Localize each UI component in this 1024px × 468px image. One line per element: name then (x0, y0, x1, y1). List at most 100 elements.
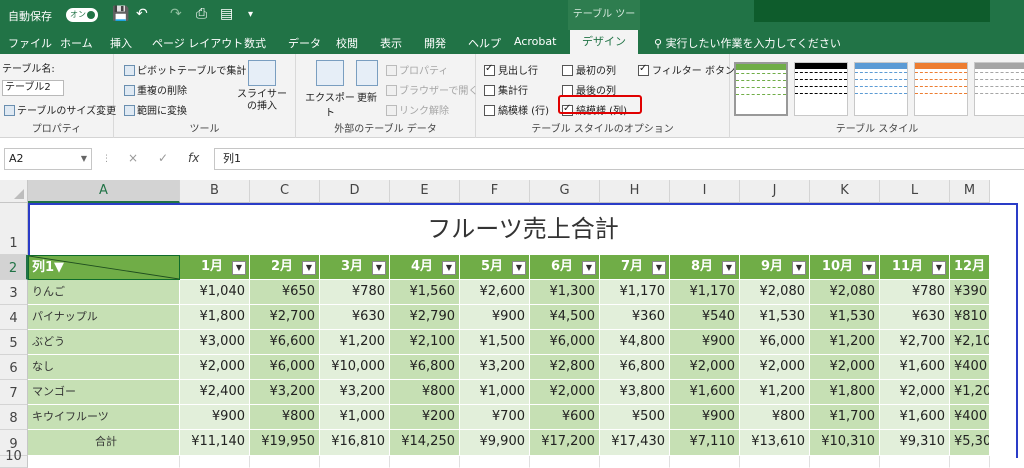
enter-icon[interactable]: ✓ (158, 151, 168, 165)
style-swatch-green[interactable] (734, 62, 788, 116)
style-swatch-gray[interactable] (974, 62, 1024, 116)
data-cell[interactable]: ¥2,400 (180, 380, 250, 405)
data-cell[interactable]: ¥1,500 (460, 330, 530, 355)
open-in-browser-button[interactable]: ブラウザーで開く (386, 82, 478, 97)
data-cell[interactable]: ¥3,800 (600, 380, 670, 405)
customize-qat-icon[interactable]: ▾ (248, 9, 253, 20)
row-label-cell[interactable]: りんご (28, 280, 180, 305)
refresh-button[interactable]: 更新 (354, 60, 380, 104)
tab-home[interactable]: ホーム (60, 35, 93, 51)
data-cell[interactable]: ¥630 (880, 305, 950, 330)
data-cell[interactable]: ¥900 (180, 405, 250, 430)
data-cell[interactable]: ¥17,200 (530, 430, 600, 456)
row-label-cell[interactable]: マンゴー (28, 380, 180, 405)
data-cell[interactable]: ¥800 (250, 405, 320, 430)
data-cell[interactable]: ¥6,000 (250, 355, 320, 380)
data-cell[interactable]: ¥1,200 (950, 380, 990, 405)
data-cell[interactable]: ¥1,600 (880, 405, 950, 430)
empty-cell[interactable] (670, 456, 740, 468)
total-row-checkbox[interactable]: 集計行 (484, 82, 528, 97)
data-cell[interactable]: ¥2,000 (880, 380, 950, 405)
empty-cell[interactable] (530, 456, 600, 468)
row-header-3[interactable]: 3 (0, 280, 28, 305)
data-cell[interactable]: ¥200 (390, 405, 460, 430)
data-cell[interactable]: ¥1,800 (810, 380, 880, 405)
data-cell[interactable]: ¥3,000 (180, 330, 250, 355)
filter-dropdown-icon[interactable]: ▼ (372, 261, 386, 275)
filter-dropdown-icon[interactable]: ▼ (302, 261, 316, 275)
data-cell[interactable]: ¥4,500 (530, 305, 600, 330)
header-cell-month[interactable]: 1月 ▼ (180, 255, 250, 280)
data-cell[interactable]: ¥1,530 (740, 305, 810, 330)
autosave-toggle[interactable]: オン (66, 8, 98, 22)
data-cell[interactable]: ¥16,810 (320, 430, 390, 456)
external-properties-button[interactable]: プロパティ (386, 62, 448, 77)
row-header-10[interactable]: 10 (0, 449, 28, 468)
data-cell[interactable]: ¥19,950 (250, 430, 320, 456)
header-cell-month[interactable]: 11月 ▼ (880, 255, 950, 280)
cancel-icon[interactable]: × (128, 151, 138, 165)
column-header-i[interactable]: I (670, 180, 740, 203)
column-header-d[interactable]: D (320, 180, 390, 203)
data-cell[interactable]: ¥6,000 (530, 330, 600, 355)
data-cell[interactable]: ¥780 (320, 280, 390, 305)
data-cell[interactable]: ¥2,000 (670, 355, 740, 380)
filter-dropdown-icon[interactable]: ▼ (442, 261, 456, 275)
row-label-cell[interactable]: 合計 (28, 430, 180, 456)
filter-dropdown-icon[interactable]: ▼ (652, 261, 666, 275)
data-cell[interactable]: ¥1,600 (670, 380, 740, 405)
undo-icon[interactable]: ↶ (136, 6, 148, 22)
row-header-4[interactable]: 4 (0, 305, 28, 330)
column-header-f[interactable]: F (460, 180, 530, 203)
header-cell-month[interactable]: 10月 ▼ (810, 255, 880, 280)
column-header-j[interactable]: J (740, 180, 810, 203)
first-column-checkbox[interactable]: 最初の列 (562, 62, 616, 77)
redo-icon[interactable]: ↷ (170, 6, 182, 22)
data-cell[interactable]: ¥1,530 (810, 305, 880, 330)
row-header-7[interactable]: 7 (0, 380, 28, 405)
column-header-b[interactable]: B (180, 180, 250, 203)
table-name-input[interactable]: テーブル2 (2, 80, 64, 96)
data-cell[interactable]: ¥2,600 (460, 280, 530, 305)
tab-view[interactable]: 表示 (380, 35, 402, 51)
data-cell[interactable]: ¥7,110 (670, 430, 740, 456)
tab-help[interactable]: ヘルプ (468, 35, 501, 51)
header-cell-month[interactable]: 7月 ▼ (600, 255, 670, 280)
tab-developer[interactable]: 開発 (424, 35, 446, 51)
data-cell[interactable]: ¥1,200 (320, 330, 390, 355)
column-header-m[interactable]: M (950, 180, 990, 203)
filter-dropdown-icon[interactable]: ▼ (722, 261, 736, 275)
row-label-cell[interactable]: なし (28, 355, 180, 380)
tab-data[interactable]: データ (288, 35, 321, 51)
data-cell[interactable]: ¥2,080 (810, 280, 880, 305)
header-cell-month[interactable]: 9月 ▼ (740, 255, 810, 280)
header-cell-month[interactable]: 5月 ▼ (460, 255, 530, 280)
resize-table-button[interactable]: テーブルのサイズ変更 (4, 102, 116, 117)
empty-cell[interactable] (28, 456, 180, 468)
unlink-button[interactable]: リンク解除 (386, 102, 449, 117)
row-header-2[interactable]: 2 (0, 255, 28, 280)
filter-dropdown-icon[interactable]: ▼ (792, 261, 806, 275)
column-header-h[interactable]: H (600, 180, 670, 203)
data-cell[interactable]: ¥2,000 (810, 355, 880, 380)
data-cell[interactable]: ¥1,800 (180, 305, 250, 330)
formula-input[interactable]: 列1 (214, 148, 1024, 170)
select-all-button[interactable] (0, 180, 28, 203)
row-label-cell[interactable]: パイナップル (28, 305, 180, 330)
data-cell[interactable]: ¥700 (460, 405, 530, 430)
tell-me-search[interactable]: ⚲ 実行したい作業を入力してください (654, 35, 841, 51)
filter-button-checkbox[interactable]: フィルター ボタン (638, 62, 735, 77)
data-cell[interactable]: ¥1,000 (320, 405, 390, 430)
data-cell[interactable]: ¥390 (950, 280, 990, 305)
data-cell[interactable]: ¥600 (530, 405, 600, 430)
header-cell-month[interactable]: 12月 (950, 255, 990, 280)
empty-cell[interactable] (390, 456, 460, 468)
data-cell[interactable]: ¥2,700 (250, 305, 320, 330)
header-cell-month[interactable]: 6月 ▼ (530, 255, 600, 280)
insert-slicer-button[interactable]: スライサーの挿入 (234, 60, 290, 113)
header-cell-month[interactable]: 2月 ▼ (250, 255, 320, 280)
row-header-5[interactable]: 5 (0, 330, 28, 355)
column-header-k[interactable]: K (810, 180, 880, 203)
data-cell[interactable]: ¥3,200 (250, 380, 320, 405)
style-swatch-black[interactable] (794, 62, 848, 116)
